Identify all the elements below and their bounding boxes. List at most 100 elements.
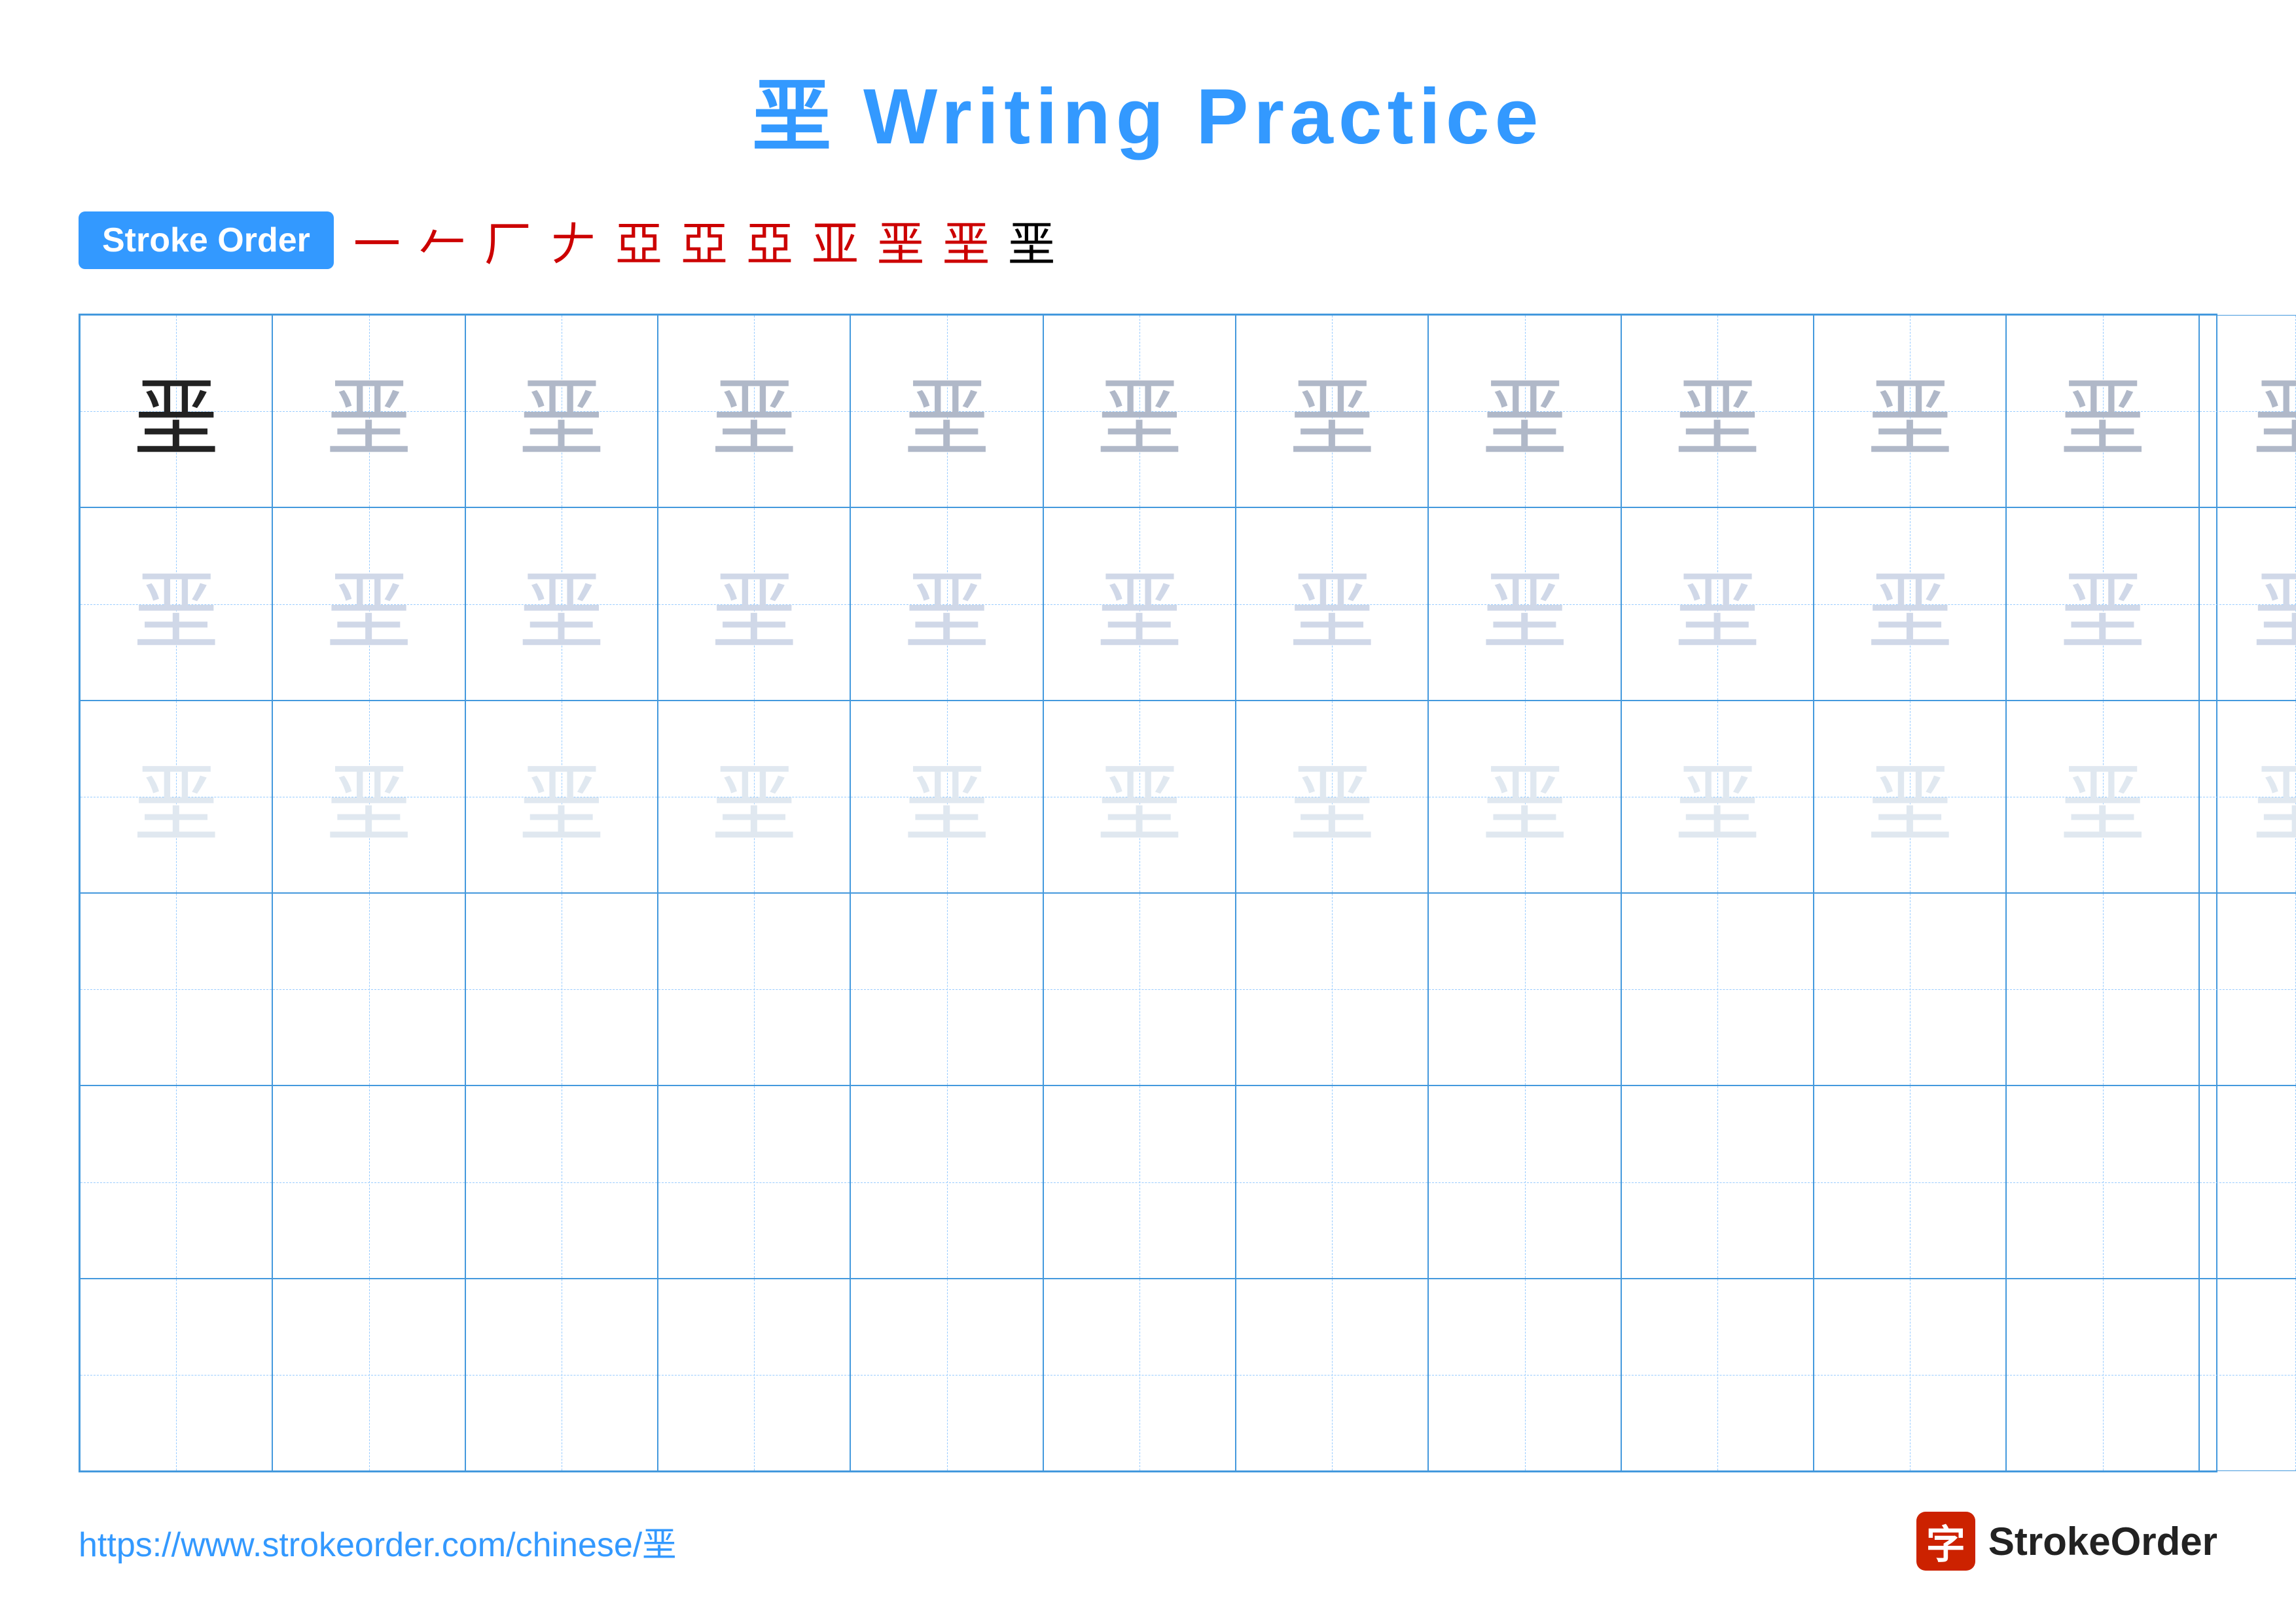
grid-cell[interactable]: 垩 bbox=[658, 701, 850, 893]
stroke-order-row: Stroke Order 一 𠂉 厂 𠂇 亞 亞 亞 亚 垩 垩 垩 bbox=[79, 206, 2217, 274]
brand-name: StrokeOrder bbox=[1988, 1519, 2217, 1564]
grid-cell[interactable]: 垩 bbox=[1236, 701, 1428, 893]
grid-cell[interactable] bbox=[1621, 1279, 1814, 1471]
grid-cell[interactable]: 垩 bbox=[2006, 507, 2198, 700]
grid-cell[interactable] bbox=[850, 893, 1043, 1085]
grid-cell[interactable] bbox=[658, 1085, 850, 1278]
grid-cell[interactable] bbox=[1428, 1085, 1621, 1278]
grid-cell[interactable]: 垩 bbox=[1814, 315, 2006, 507]
grid-cell[interactable]: 垩 bbox=[850, 507, 1043, 700]
grid-cell[interactable]: 垩 bbox=[80, 315, 272, 507]
grid-cell[interactable]: 垩 bbox=[2199, 315, 2296, 507]
grid-cell[interactable]: 垩 bbox=[1236, 507, 1428, 700]
grid-cell[interactable]: 垩 bbox=[272, 701, 465, 893]
cell-character: 垩 bbox=[519, 543, 604, 666]
grid-cell[interactable] bbox=[80, 1085, 272, 1278]
grid-cell[interactable]: 垩 bbox=[272, 315, 465, 507]
grid-cell[interactable] bbox=[2006, 1085, 2198, 1278]
grid-cell[interactable]: 垩 bbox=[2006, 315, 2198, 507]
grid-cell[interactable]: 垩 bbox=[1814, 701, 2006, 893]
grid-cell[interactable] bbox=[2199, 1279, 2296, 1471]
page-container: 垩 Writing Practice Stroke Order 一 𠂉 厂 𠂇 … bbox=[0, 0, 2296, 1623]
footer-url[interactable]: https://www.strokeorder.com/chinese/垩 bbox=[79, 1517, 676, 1566]
grid-cell[interactable] bbox=[1043, 1085, 1236, 1278]
grid-cell[interactable]: 垩 bbox=[80, 701, 272, 893]
grid-cell[interactable]: 垩 bbox=[1043, 315, 1236, 507]
grid-cell[interactable] bbox=[1236, 1085, 1428, 1278]
grid-cell[interactable]: 垩 bbox=[1621, 701, 1814, 893]
cell-character: 垩 bbox=[327, 543, 412, 666]
cell-character: 垩 bbox=[134, 543, 219, 666]
cell-character: 垩 bbox=[2253, 735, 2296, 858]
cell-character: 垩 bbox=[905, 350, 990, 473]
grid-cell[interactable] bbox=[272, 1279, 465, 1471]
grid-cell[interactable]: 垩 bbox=[2199, 507, 2296, 700]
stroke-step-2: 𠂉 bbox=[419, 206, 466, 274]
cell-character: 垩 bbox=[2060, 735, 2145, 858]
grid-cell[interactable]: 垩 bbox=[80, 507, 272, 700]
cell-character: 垩 bbox=[2060, 350, 2145, 473]
grid-cell[interactable] bbox=[1621, 893, 1814, 1085]
cell-character: 垩 bbox=[1289, 543, 1374, 666]
cell-character: 垩 bbox=[134, 735, 219, 858]
stroke-step-4: 𠂇 bbox=[550, 206, 597, 274]
grid-cell[interactable] bbox=[80, 893, 272, 1085]
grid-cell[interactable] bbox=[1043, 893, 1236, 1085]
grid-cell[interactable]: 垩 bbox=[658, 315, 850, 507]
stroke-step-7: 亞 bbox=[746, 206, 793, 274]
grid-cell[interactable] bbox=[1043, 1279, 1236, 1471]
grid-cell[interactable] bbox=[1236, 893, 1428, 1085]
cell-character: 垩 bbox=[2060, 543, 2145, 666]
grid-cell[interactable] bbox=[2006, 1279, 2198, 1471]
cell-character: 垩 bbox=[905, 735, 990, 858]
grid-cell[interactable] bbox=[1814, 893, 2006, 1085]
grid-cell[interactable]: 垩 bbox=[1428, 701, 1621, 893]
title-chinese-char: 垩 bbox=[753, 73, 836, 160]
grid-cell[interactable] bbox=[658, 893, 850, 1085]
grid-cell[interactable]: 垩 bbox=[2006, 701, 2198, 893]
practice-grid: 垩垩垩垩垩垩垩垩垩垩垩垩垩垩垩垩垩垩垩垩垩垩垩垩垩垩垩垩垩垩垩垩垩垩垩垩垩垩垩 bbox=[79, 314, 2217, 1472]
grid-cell[interactable] bbox=[272, 1085, 465, 1278]
grid-cell[interactable]: 垩 bbox=[1428, 507, 1621, 700]
grid-cell[interactable]: 垩 bbox=[2199, 701, 2296, 893]
footer: https://www.strokeorder.com/chinese/垩 字 … bbox=[79, 1512, 2217, 1571]
grid-cell[interactable] bbox=[465, 1085, 658, 1278]
grid-cell[interactable] bbox=[658, 1279, 850, 1471]
grid-cell[interactable] bbox=[2199, 893, 2296, 1085]
grid-cell[interactable] bbox=[465, 893, 658, 1085]
grid-cell[interactable]: 垩 bbox=[850, 315, 1043, 507]
grid-cell[interactable]: 垩 bbox=[465, 315, 658, 507]
grid-cell[interactable] bbox=[465, 1279, 658, 1471]
stroke-step-11: 垩 bbox=[1008, 206, 1055, 274]
grid-cell[interactable]: 垩 bbox=[1236, 315, 1428, 507]
grid-cell[interactable] bbox=[850, 1279, 1043, 1471]
grid-cell[interactable]: 垩 bbox=[850, 701, 1043, 893]
cell-character: 垩 bbox=[519, 350, 604, 473]
cell-character: 垩 bbox=[1867, 350, 1952, 473]
cell-character: 垩 bbox=[711, 350, 797, 473]
grid-cell[interactable] bbox=[1814, 1085, 2006, 1278]
grid-cell[interactable]: 垩 bbox=[1428, 315, 1621, 507]
grid-cell[interactable] bbox=[1428, 893, 1621, 1085]
grid-cell[interactable] bbox=[1428, 1279, 1621, 1471]
grid-cell[interactable] bbox=[850, 1085, 1043, 1278]
grid-cell[interactable]: 垩 bbox=[1043, 701, 1236, 893]
grid-cell[interactable]: 垩 bbox=[1621, 315, 1814, 507]
grid-cell[interactable] bbox=[2006, 893, 2198, 1085]
grid-cell[interactable]: 垩 bbox=[658, 507, 850, 700]
grid-cell[interactable] bbox=[1236, 1279, 1428, 1471]
title-suffix: Writing Practice bbox=[836, 73, 1544, 160]
grid-cell[interactable]: 垩 bbox=[465, 507, 658, 700]
grid-cell[interactable]: 垩 bbox=[272, 507, 465, 700]
grid-cell[interactable] bbox=[80, 1279, 272, 1471]
grid-cell[interactable]: 垩 bbox=[465, 701, 658, 893]
cell-character: 垩 bbox=[905, 543, 990, 666]
grid-cell[interactable] bbox=[1814, 1279, 2006, 1471]
grid-cell[interactable] bbox=[272, 893, 465, 1085]
grid-cell[interactable] bbox=[2199, 1085, 2296, 1278]
grid-cell[interactable]: 垩 bbox=[1814, 507, 2006, 700]
grid-cell[interactable]: 垩 bbox=[1621, 507, 1814, 700]
grid-cell[interactable]: 垩 bbox=[1043, 507, 1236, 700]
grid-cell[interactable] bbox=[1621, 1085, 1814, 1278]
cell-character: 垩 bbox=[519, 735, 604, 858]
